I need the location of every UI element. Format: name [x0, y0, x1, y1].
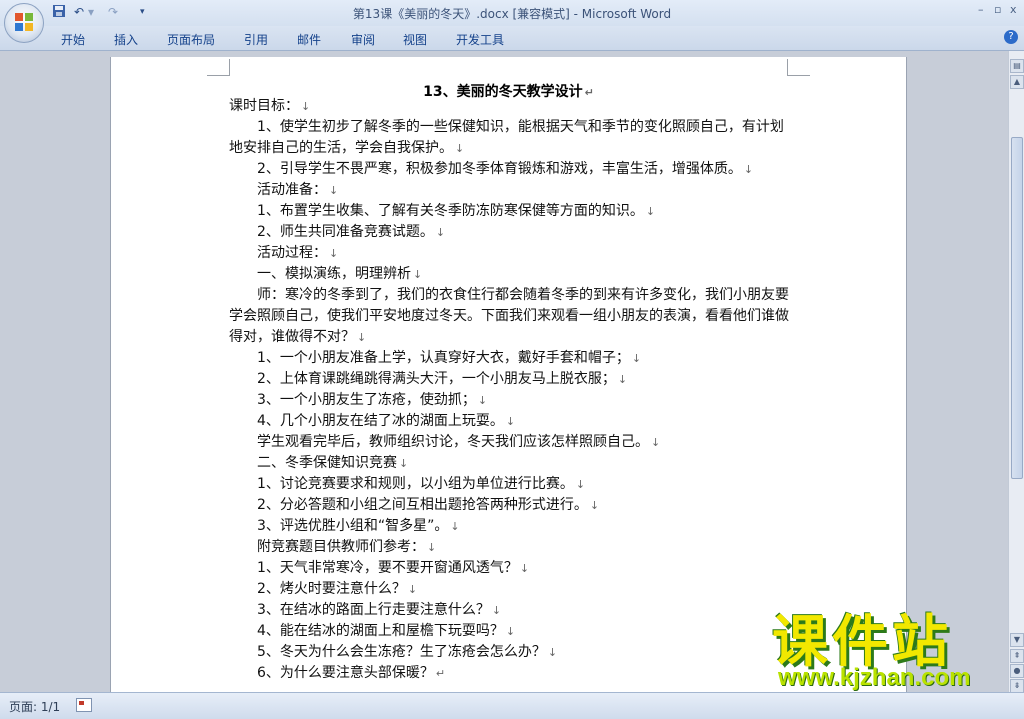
- previous-page-button[interactable]: ⇞: [1010, 649, 1024, 663]
- help-icon[interactable]: ?: [1004, 30, 1018, 44]
- doc-line: 3、评选优胜小组和“智多星”。 ↓: [257, 518, 460, 534]
- crop-mark: [787, 59, 810, 76]
- doc-line: 2、分必答题和小组之间互相出题抢答两种形式进行。 ↓: [257, 497, 600, 513]
- doc-line: 2、上体育课跳绳跳得满头大汗，一个小朋友马上脱衣服； ↓: [257, 371, 628, 387]
- doc-line: 学会照顾自己，使我们平安地度过冬天。下面我们来观看一组小朋友的表演，看看他们谁做: [229, 308, 789, 324]
- doc-line: 1、布置学生收集、了解有关冬季防冻防寒保健等方面的知识。 ↓: [257, 203, 656, 219]
- title-bar: ↶ ▾ ↷ ▾ 第13课《美丽的冬天》.docx [兼容模式] - Micros…: [0, 0, 1024, 26]
- doc-line: 学生观看完毕后，教师组织讨论，冬天我们应该怎样照顾自己。 ↓: [257, 434, 661, 450]
- office-button[interactable]: [4, 3, 44, 43]
- doc-line: 2、烤火时要注意什么？ ↓: [257, 581, 418, 597]
- doc-line: 活动过程： ↓: [257, 245, 339, 261]
- tab-review[interactable]: 审阅: [351, 31, 375, 48]
- document-page[interactable]: 13、美丽的冬天教学设计 ↵ 课时目标： ↓ 1、使学生初步了解冬季的一些保健知识，…: [110, 57, 907, 692]
- doc-line: 3、在结冰的路面上行走要注意什么？ ↓: [257, 602, 502, 618]
- watermark-url: www.kjzhan.com: [778, 664, 971, 691]
- tab-view[interactable]: 视图: [403, 31, 427, 48]
- tab-page-layout[interactable]: 页面布局: [167, 31, 215, 48]
- crop-mark: [207, 59, 230, 76]
- doc-line: 附竞赛题目供教师们参考： ↓: [257, 539, 437, 555]
- tab-references[interactable]: 引用: [244, 31, 268, 48]
- tab-home[interactable]: 开始: [61, 31, 85, 48]
- scroll-down-button[interactable]: ▼: [1010, 633, 1024, 647]
- page-count-status[interactable]: 页面: 1/1: [9, 698, 60, 715]
- doc-line: 1、天气非常寒冷，要不要开窗通风透气？ ↓: [257, 560, 530, 576]
- macro-recording-icon[interactable]: [76, 698, 92, 712]
- doc-line: 1、使学生初步了解冬季的一些保健知识，能根据天气和季节的变化照顾自己，有计划: [257, 119, 784, 135]
- doc-line: 课时目标： ↓: [229, 98, 311, 114]
- doc-line: 6、为什么要注意头部保暖？ ↵: [257, 665, 446, 681]
- doc-line: 得对，谁做得不对？ ↓: [229, 329, 367, 345]
- doc-line: 2、引导学生不畏严寒，积极参加冬季体育锻炼和游戏，丰富生活，增强体质。 ↓: [257, 161, 754, 177]
- tab-developer[interactable]: 开发工具: [456, 31, 504, 48]
- minimize-button[interactable]: –: [978, 3, 984, 16]
- doc-line: 4、能在结冰的湖面上和屋檐下玩耍吗？ ↓: [257, 623, 516, 639]
- doc-line: 师：寒冷的冬季到了，我们的衣食住行都会随着冬季的到来有许多变化，我们小朋友要: [257, 287, 789, 303]
- doc-line: 地安排自己的生活，学会自我保护。 ↓: [229, 140, 465, 156]
- document-area: 13、美丽的冬天教学设计 ↵ 课时目标： ↓ 1、使学生初步了解冬季的一些保健知识，…: [0, 51, 1008, 692]
- scrollbar-thumb[interactable]: [1011, 137, 1023, 479]
- next-page-button[interactable]: ⇟: [1010, 679, 1024, 693]
- window-title: 第13课《美丽的冬天》.docx [兼容模式] - Microsoft Word: [352, 7, 672, 21]
- doc-line: 1、讨论竞赛要求和规则，以小组为单位进行比赛。 ↓: [257, 476, 586, 492]
- ribbon-tab-row: 开始 插入 页面布局 引用 邮件 审阅 视图 开发工具 ?: [0, 26, 1024, 51]
- doc-line: 二、冬季保健知识竞赛 ↓: [257, 455, 409, 471]
- restore-button[interactable]: ▫: [994, 3, 1001, 16]
- doc-line: 一、模拟演练，明理辨析 ↓: [257, 266, 423, 282]
- vertical-scrollbar[interactable]: ▤ ▲ ▼ ⇞ ● ⇟: [1008, 51, 1024, 693]
- doc-line: 4、几个小朋友在结了冰的湖面上玩耍。 ↓: [257, 413, 516, 429]
- doc-line: 2、师生共同准备竞赛试题。 ↓: [257, 224, 446, 240]
- close-button[interactable]: x: [1010, 3, 1017, 16]
- tab-mailings[interactable]: 邮件: [297, 31, 321, 48]
- doc-line: 1、一个小朋友准备上学，认真穿好大衣，戴好手套和帽子； ↓: [257, 350, 642, 366]
- select-browse-object-button[interactable]: ●: [1010, 664, 1024, 678]
- doc-line: 5、冬天为什么会生冻疮？生了冻疮会怎么办？ ↓: [257, 644, 558, 660]
- ruler-toggle-icon[interactable]: ▤: [1010, 59, 1024, 73]
- tab-insert[interactable]: 插入: [114, 31, 138, 48]
- office-logo-icon: [15, 13, 33, 31]
- doc-line: 3、一个小朋友生了冻疮，使劲抓； ↓: [257, 392, 488, 408]
- status-bar: 页面: 1/1: [0, 692, 1024, 719]
- scroll-up-button[interactable]: ▲: [1010, 75, 1024, 89]
- doc-line: 活动准备： ↓: [257, 182, 339, 198]
